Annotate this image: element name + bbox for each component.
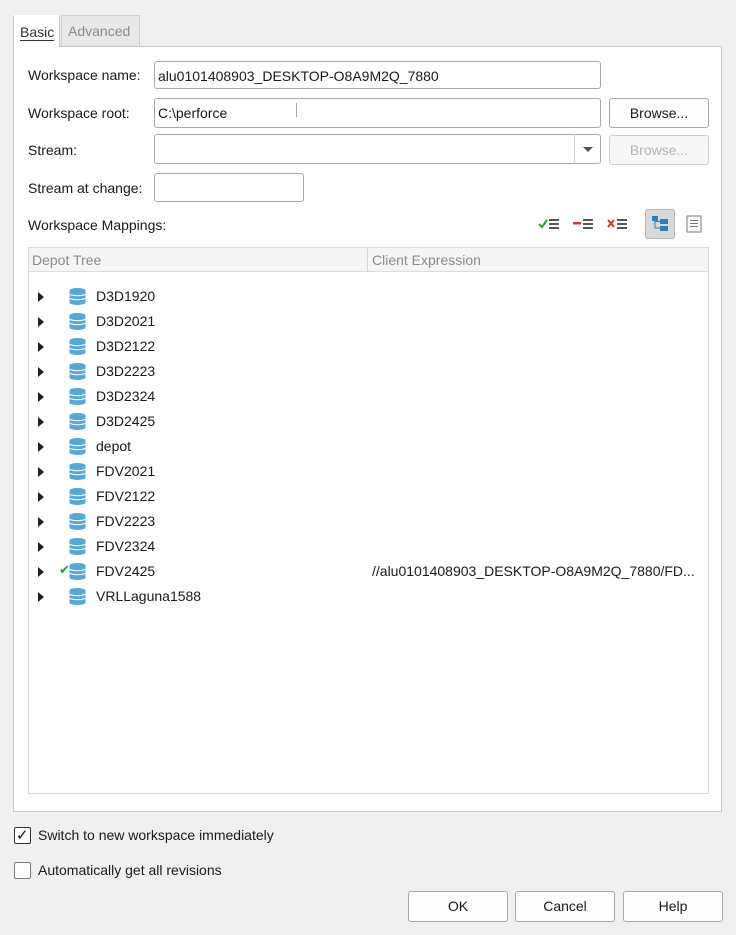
depot-name: D3D2021 (96, 313, 156, 329)
expand-arrow-icon[interactable] (38, 592, 44, 602)
expand-arrow-icon[interactable] (38, 317, 44, 327)
client-expression: //alu0101408903_DESKTOP-O8A9M2Q_7880/FD.… (372, 563, 695, 579)
workspace-root-label: Workspace root: (28, 105, 130, 121)
text-view-icon[interactable] (683, 212, 707, 236)
expand-arrow-icon[interactable] (38, 517, 44, 527)
stream-combobox[interactable] (154, 134, 601, 164)
tree-row[interactable]: D3D1920 (29, 285, 708, 310)
workspace-name-input[interactable]: alu0101408903_DESKTOP-O8A9M2Q_7880 (154, 61, 601, 89)
depot-icon (68, 587, 87, 606)
get-revisions-label: Automatically get all revisions (38, 862, 222, 878)
workspace-mappings-label: Workspace Mappings: (28, 217, 167, 233)
depot-tree[interactable]: Depot Tree Client Expression D3D1920 D3D2… (28, 247, 709, 794)
text-cursor-icon (296, 103, 297, 117)
depot-icon (68, 387, 87, 406)
depot-name: D3D1920 (96, 288, 156, 304)
tab-advanced[interactable]: Advanced (61, 15, 140, 47)
tree-row[interactable]: D3D2425 (29, 410, 708, 435)
depot-name: FDV2122 (96, 488, 156, 504)
tree-row[interactable]: D3D2021 (29, 310, 708, 335)
tab-advanced-label: Advanced (68, 23, 131, 39)
depot-name: FDV2223 (96, 513, 156, 529)
expand-arrow-icon[interactable] (38, 392, 44, 402)
depot-name: depot (96, 438, 132, 454)
tree-row[interactable]: D3D2324 (29, 385, 708, 410)
tree-view-icon[interactable] (645, 209, 675, 239)
clear-mapping-icon[interactable] (605, 212, 629, 236)
depot-name: D3D2223 (96, 363, 156, 379)
depot-icon (68, 312, 87, 331)
get-revisions-checkbox[interactable] (14, 862, 31, 879)
depot-name: D3D2122 (96, 338, 156, 354)
workspace-root-input[interactable]: C:\perforce (154, 98, 601, 128)
expand-arrow-icon[interactable] (38, 417, 44, 427)
depot-name: D3D2324 (96, 388, 156, 404)
include-mapping-icon[interactable] (537, 212, 561, 236)
exclude-mapping-icon[interactable] (571, 212, 595, 236)
depot-icon (68, 412, 87, 431)
expand-arrow-icon[interactable] (38, 367, 44, 377)
cancel-button[interactable]: Cancel (515, 891, 615, 922)
workspace-root-browse-button[interactable]: Browse... (609, 98, 709, 128)
depot-icon (68, 562, 87, 581)
expand-arrow-icon[interactable] (38, 292, 44, 302)
depot-name: D3D2425 (96, 413, 156, 429)
column-depot-tree[interactable]: Depot Tree (32, 252, 101, 268)
depot-name: FDV2425 (96, 563, 156, 579)
depot-icon (68, 437, 87, 456)
tree-row[interactable]: D3D2122 (29, 335, 708, 360)
depot-name: VRLLaguna1588 (96, 588, 202, 604)
tab-basic[interactable]: Basic (13, 15, 60, 47)
tree-header: Depot Tree Client Expression (29, 248, 708, 272)
depot-icon (68, 462, 87, 481)
expand-arrow-icon[interactable] (38, 467, 44, 477)
expand-arrow-icon[interactable] (38, 342, 44, 352)
tree-row[interactable]: FDV2324 (29, 535, 708, 560)
stream-at-change-input[interactable] (154, 173, 304, 202)
workspace-name-label: Workspace name: (28, 67, 141, 83)
depot-icon (68, 512, 87, 531)
stream-label: Stream: (28, 142, 78, 158)
depot-name: FDV2021 (96, 463, 156, 479)
help-button[interactable]: Help (623, 891, 723, 922)
switch-workspace-checkbox[interactable] (14, 826, 31, 844)
switch-workspace-label: Switch to new workspace immediately (38, 827, 274, 843)
expand-arrow-icon[interactable] (38, 567, 44, 577)
ok-button[interactable]: OK (408, 891, 508, 922)
expand-arrow-icon[interactable] (38, 542, 44, 552)
stream-at-change-label: Stream at change: (28, 180, 143, 196)
tree-row[interactable]: D3D2223 (29, 360, 708, 385)
depot-icon (68, 537, 87, 556)
tree-row[interactable]: FDV2122 (29, 485, 708, 510)
expand-arrow-icon[interactable] (38, 492, 44, 502)
tree-row[interactable]: FDV2021 (29, 460, 708, 485)
column-client-expression[interactable]: Client Expression (372, 252, 481, 268)
tree-row[interactable]: FDV2223 (29, 510, 708, 535)
tree-row[interactable]: ✔ FDV2425//alu0101408903_DESKTOP-O8A9M2Q_… (29, 560, 708, 585)
stream-browse-button: Browse... (609, 135, 709, 165)
depot-name: FDV2324 (96, 538, 156, 554)
column-separator[interactable] (367, 248, 368, 272)
depot-icon (68, 362, 87, 381)
depot-icon (68, 287, 87, 306)
depot-icon (68, 487, 87, 506)
chevron-down-icon[interactable] (574, 134, 601, 164)
tree-row[interactable]: VRLLaguna1588 (29, 585, 708, 610)
tab-basic-label: Basic (20, 24, 55, 41)
tree-row[interactable]: depot (29, 435, 708, 460)
depot-icon (68, 337, 87, 356)
expand-arrow-icon[interactable] (38, 442, 44, 452)
